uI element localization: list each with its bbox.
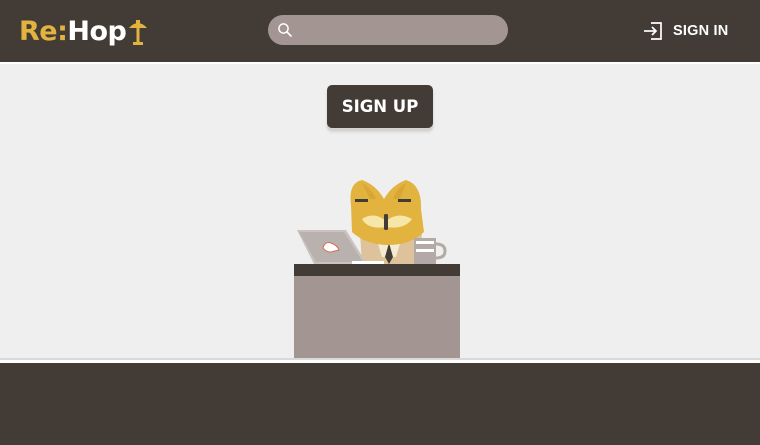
sign-in-button[interactable]: SIGN IN [642, 19, 728, 43]
search-input[interactable] [298, 15, 498, 45]
sign-in-label: SIGN IN [673, 23, 729, 39]
sign-in-icon [642, 20, 664, 42]
hero-illustration [290, 175, 466, 360]
logo-text-re: Re: [19, 15, 68, 47]
sign-up-button[interactable]: SIGN UP [327, 85, 433, 128]
search-icon [277, 22, 293, 38]
page: Re: Hop SIGN IN SIGN UP [0, 0, 760, 445]
search-bar[interactable] [268, 15, 508, 45]
logo-text-hop: Hop [67, 15, 127, 47]
footer [0, 360, 760, 445]
header-divider [0, 62, 760, 64]
desk-lamp-icon [127, 15, 149, 47]
header-bar: Re: Hop SIGN IN [0, 0, 760, 62]
logo[interactable]: Re: Hop [19, 11, 149, 51]
